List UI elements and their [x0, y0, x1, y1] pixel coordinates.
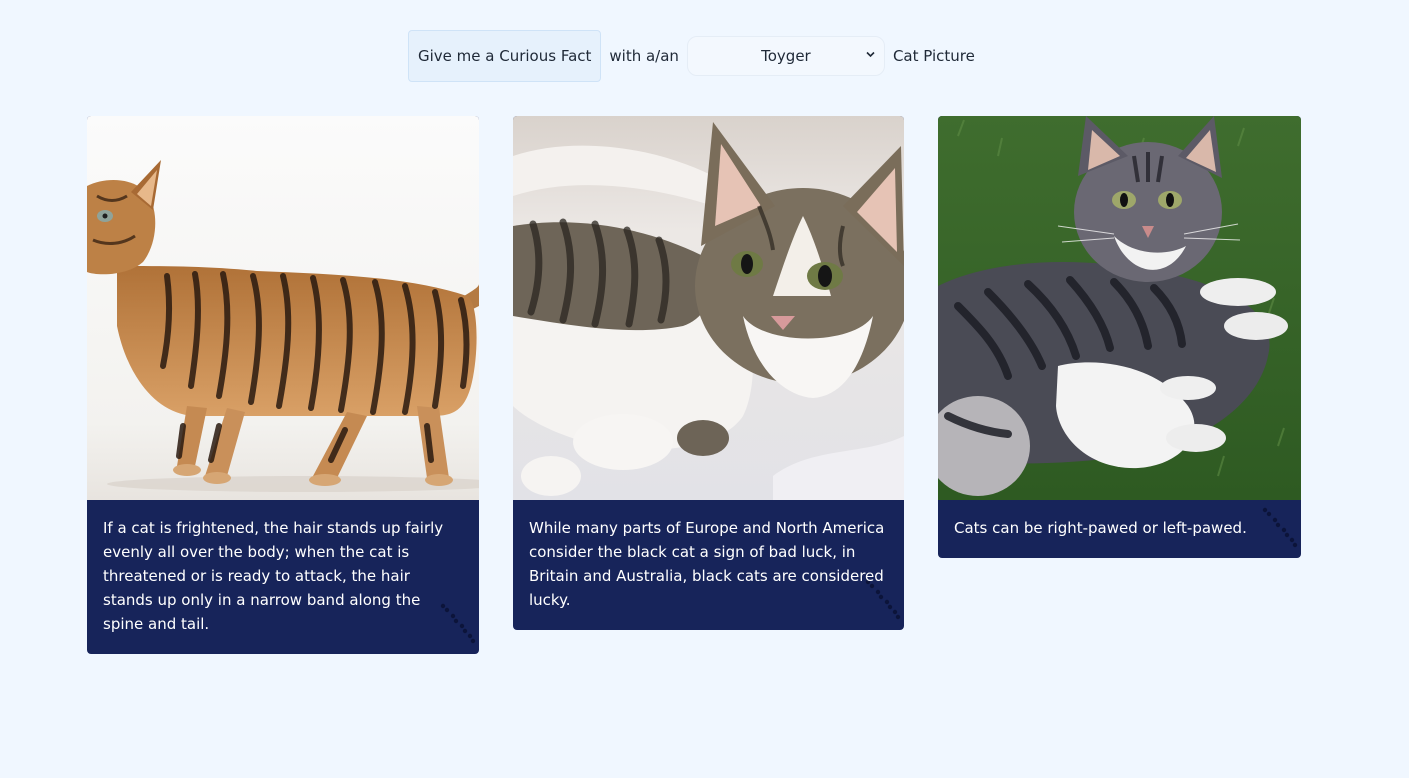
cat-fact-text: While many parts of Europe and North Ame…	[529, 519, 885, 609]
curious-fact-button[interactable]: Give me a Curious Fact	[408, 30, 602, 82]
fact-card: If a cat is frightened, the hair stands …	[87, 116, 479, 654]
with-label: with a/an	[609, 47, 679, 65]
breed-select-value: Toyger	[761, 47, 811, 65]
cat-photo	[938, 116, 1301, 500]
fact-card: While many parts of Europe and North Ame…	[513, 116, 904, 630]
cat-fact-text: If a cat is frightened, the hair stands …	[103, 519, 444, 633]
cat-fact-text: Cats can be right-pawed or left-pawed.	[954, 519, 1247, 537]
fact-card: Cats can be right-pawed or left-pawed.	[938, 116, 1301, 558]
cat-photo	[513, 116, 904, 500]
cat-photo	[87, 116, 479, 500]
fact-controls: Give me a Curious Fact with a/an Toyger …	[408, 29, 975, 83]
breed-select[interactable]: Toyger	[686, 36, 885, 76]
cat-picture-label: Cat Picture	[892, 47, 975, 65]
chevron-down-icon	[866, 51, 875, 58]
